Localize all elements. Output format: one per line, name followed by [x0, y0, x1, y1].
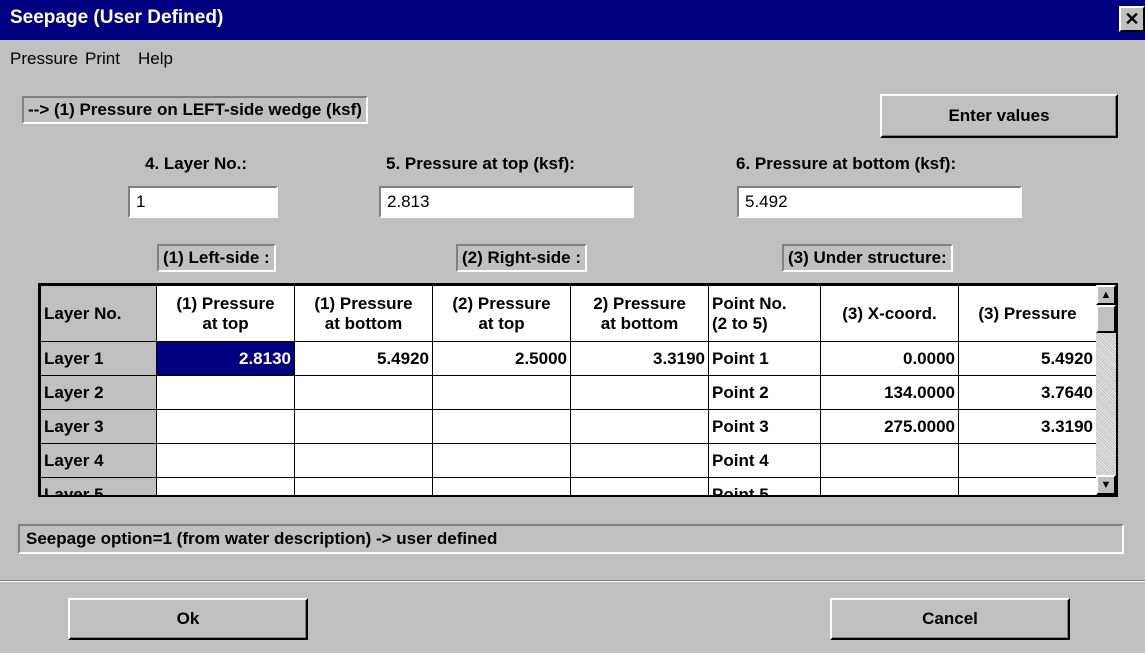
grid-cell[interactable] — [156, 477, 295, 495]
row-header: Layer 2 — [40, 375, 157, 410]
column-header: Point No. (2 to 5) — [708, 285, 821, 342]
pressure-bottom-label: 6. Pressure at bottom (ksf): — [736, 154, 957, 173]
scroll-thumb[interactable] — [1096, 305, 1116, 333]
grid-scrollbar[interactable]: ▲ ▼ — [1096, 285, 1116, 495]
grid-cell[interactable]: 275.0000 — [820, 409, 959, 444]
point-label-cell: Point 2 — [708, 375, 821, 410]
table-row: Layer 3 Point 3 275.0000 3.3190 — [40, 409, 1097, 444]
pressure-top-input[interactable] — [379, 186, 634, 218]
separator — [0, 580, 1145, 582]
left-side-section-label: (1) Left-side : — [157, 244, 276, 272]
grid-cell[interactable] — [570, 409, 709, 444]
grid-cell[interactable] — [156, 443, 295, 478]
scroll-up-button[interactable]: ▲ — [1096, 285, 1116, 305]
title-bar: Seepage (User Defined) ✕ — [0, 0, 1145, 40]
menu-help[interactable]: Help — [138, 49, 173, 69]
column-header: (3) Pressure — [958, 285, 1097, 342]
column-header: (1) Pressure at bottom — [294, 285, 433, 342]
grid-cell[interactable] — [294, 477, 433, 495]
grid-cell[interactable] — [294, 409, 433, 444]
grid-cell[interactable]: 3.7640 — [958, 375, 1097, 410]
ok-button[interactable]: Ok — [68, 598, 308, 640]
grid-cell[interactable] — [156, 375, 295, 410]
grid-cell[interactable]: 3.3190 — [570, 341, 709, 376]
grid-cell[interactable] — [958, 443, 1097, 478]
menu-pressure[interactable]: Pressure — [10, 49, 78, 69]
enter-values-button[interactable]: Enter values — [880, 94, 1118, 138]
grid-cell[interactable] — [432, 375, 571, 410]
grid-cell[interactable] — [570, 443, 709, 478]
grid-cell[interactable] — [432, 477, 571, 495]
column-header: 2) Pressure at bottom — [570, 285, 709, 342]
arrow-down-icon: ▼ — [1100, 479, 1112, 491]
close-button[interactable]: ✕ — [1119, 6, 1145, 32]
pressure-grid[interactable]: Layer No. (1) Pressure at top (1) Pressure a… — [38, 283, 1118, 497]
mode-label: --> (1) Pressure on LEFT-side wedge (ksf… — [22, 96, 368, 124]
column-header: (2) Pressure at top — [432, 285, 571, 342]
grid-cell[interactable]: 134.0000 — [820, 375, 959, 410]
close-icon: ✕ — [1124, 9, 1140, 29]
pressure-table: Layer No. (1) Pressure at top (1) Pressure a… — [40, 285, 1097, 495]
grid-header-row: Layer No. (1) Pressure at top (1) Pressure a… — [40, 285, 1097, 342]
table-row: Layer 5 Point 5 — [40, 477, 1097, 495]
cancel-button[interactable]: Cancel — [830, 598, 1070, 640]
arrow-up-icon: ▲ — [1100, 289, 1112, 301]
row-header: Layer 4 — [40, 443, 157, 478]
column-header: Layer No. — [40, 285, 157, 342]
grid-cell[interactable]: 2.8130 — [156, 341, 295, 376]
grid-cell[interactable] — [432, 409, 571, 444]
column-header: (3) X-coord. — [820, 285, 959, 342]
grid-cell[interactable]: 5.4920 — [958, 341, 1097, 376]
grid-cell[interactable]: 0.0000 — [820, 341, 959, 376]
pressure-bottom-input[interactable] — [737, 186, 1022, 218]
grid-cell[interactable]: 2.5000 — [432, 341, 571, 376]
window-title: Seepage (User Defined) — [10, 7, 224, 28]
grid-cell[interactable] — [294, 375, 433, 410]
point-label-cell: Point 1 — [708, 341, 821, 376]
column-header: (1) Pressure at top — [156, 285, 295, 342]
point-label-cell: Point 4 — [708, 443, 821, 478]
grid-cell[interactable] — [156, 409, 295, 444]
status-bar: Seepage option=1 (from water description… — [18, 524, 1124, 554]
scroll-down-button[interactable]: ▼ — [1096, 475, 1116, 495]
grid-cell[interactable] — [820, 443, 959, 478]
table-row: Layer 4 Point 4 — [40, 443, 1097, 478]
under-structure-section-label: (3) Under structure: — [782, 244, 953, 272]
pressure-top-label: 5. Pressure at top (ksf): — [386, 154, 575, 173]
grid-cell[interactable]: 5.4920 — [294, 341, 433, 376]
layer-no-input[interactable] — [128, 186, 278, 218]
grid-cell[interactable] — [570, 375, 709, 410]
right-side-section-label: (2) Right-side : — [456, 244, 587, 272]
table-row: Layer 2 Point 2 134.0000 3.7640 — [40, 375, 1097, 410]
grid-cell[interactable] — [820, 477, 959, 495]
grid-cell[interactable] — [294, 443, 433, 478]
menu-bar: Pressure Print Help — [0, 40, 1145, 78]
grid-cell[interactable] — [958, 477, 1097, 495]
layer-no-label: 4. Layer No.: — [145, 154, 248, 173]
table-row: Layer 1 2.8130 5.4920 2.5000 3.3190 Point 1 0.… — [40, 341, 1097, 376]
grid-cell[interactable] — [432, 443, 571, 478]
menu-print[interactable]: Print — [85, 49, 120, 69]
grid-cell[interactable]: 3.3190 — [958, 409, 1097, 444]
row-header: Layer 5 — [40, 477, 157, 495]
row-header: Layer 3 — [40, 409, 157, 444]
point-label-cell: Point 3 — [708, 409, 821, 444]
row-header: Layer 1 — [40, 341, 157, 376]
grid-cell[interactable] — [570, 477, 709, 495]
point-label-cell: Point 5 — [708, 477, 821, 495]
